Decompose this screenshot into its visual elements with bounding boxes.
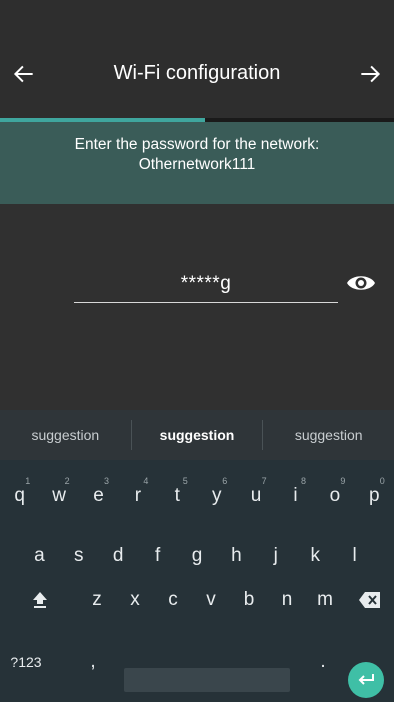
keyboard-row-2: asdfghjkl (0, 520, 394, 568)
key-v[interactable]: v (192, 576, 230, 624)
key-c[interactable]: c (154, 576, 192, 624)
key-u[interactable]: 7u (236, 472, 275, 520)
key-m[interactable]: m (306, 576, 344, 624)
password-value: *****g (180, 273, 232, 294)
key-n[interactable]: n (268, 576, 306, 624)
key-y[interactable]: 6y (197, 472, 236, 520)
arrow-right-icon (361, 65, 381, 83)
key-label: w (52, 485, 66, 506)
on-screen-keyboard: 1q2w3e4r5t6y7u8i9o0p asdfghjkl zxcvbnm ?… (0, 460, 394, 702)
key-label: p (369, 485, 380, 506)
key-label: i (293, 485, 298, 506)
key-i[interactable]: 8i (276, 472, 315, 520)
forward-button[interactable] (352, 56, 388, 92)
key-label: t (174, 485, 180, 506)
key-label: o (329, 485, 341, 506)
suggestion-left[interactable]: suggestion (0, 410, 131, 460)
key-s[interactable]: s (59, 532, 98, 580)
key-label: u (250, 485, 262, 506)
app-bar: Wi-Fi configuration (0, 0, 394, 118)
key-b[interactable]: b (230, 576, 268, 624)
key-j[interactable]: j (256, 532, 295, 580)
key-label: q (14, 485, 25, 506)
key-f[interactable]: f (138, 532, 177, 580)
key-e[interactable]: 3e (79, 472, 118, 520)
password-area: *****g (0, 204, 394, 410)
password-input[interactable]: *****g (74, 266, 338, 303)
key-number-hint: 0 (379, 476, 385, 486)
space-bar[interactable] (124, 668, 290, 692)
key-r[interactable]: 4r (118, 472, 157, 520)
eye-icon (347, 276, 375, 290)
shift-icon (33, 592, 47, 608)
backspace-icon (359, 592, 380, 608)
network-name: Othernetwork111 (138, 156, 256, 173)
key-h[interactable]: h (217, 532, 256, 580)
instruction-text: Enter the password for the network: (74, 136, 320, 153)
key-z[interactable]: z (78, 576, 116, 624)
enter-key[interactable] (348, 662, 384, 698)
period-key[interactable]: . (308, 638, 338, 686)
show-password-toggle[interactable] (344, 270, 378, 296)
enter-icon (358, 674, 374, 685)
key-x[interactable]: x (116, 576, 154, 624)
key-l[interactable]: l (335, 532, 374, 580)
comma-key[interactable]: , (78, 638, 108, 686)
key-d[interactable]: d (99, 532, 138, 580)
shift-key[interactable] (20, 576, 60, 624)
key-label: e (93, 485, 104, 506)
key-k[interactable]: k (296, 532, 335, 580)
key-label: y (211, 485, 222, 506)
suggestion-center[interactable]: suggestion (132, 410, 263, 460)
key-g[interactable]: g (177, 532, 216, 580)
symbols-key[interactable]: ?123 (4, 638, 48, 686)
keyboard-row-3: zxcvbnm (0, 576, 394, 624)
key-p[interactable]: 0p (355, 472, 394, 520)
key-w[interactable]: 2w (39, 472, 78, 520)
key-o[interactable]: 9o (315, 472, 354, 520)
key-a[interactable]: a (20, 532, 59, 580)
key-label: r (134, 485, 142, 506)
keyboard-row-1: 1q2w3e4r5t6y7u8i9o0p (0, 460, 394, 508)
page-title: Wi-Fi configuration (113, 62, 281, 84)
suggestion-strip: suggestion suggestion suggestion (0, 410, 394, 460)
backspace-key[interactable] (350, 576, 390, 624)
suggestion-right[interactable]: suggestion (263, 410, 394, 460)
key-q[interactable]: 1q (0, 472, 39, 520)
key-t[interactable]: 5t (158, 472, 197, 520)
instruction-banner: Enter the password for the network: Othe… (0, 122, 394, 204)
